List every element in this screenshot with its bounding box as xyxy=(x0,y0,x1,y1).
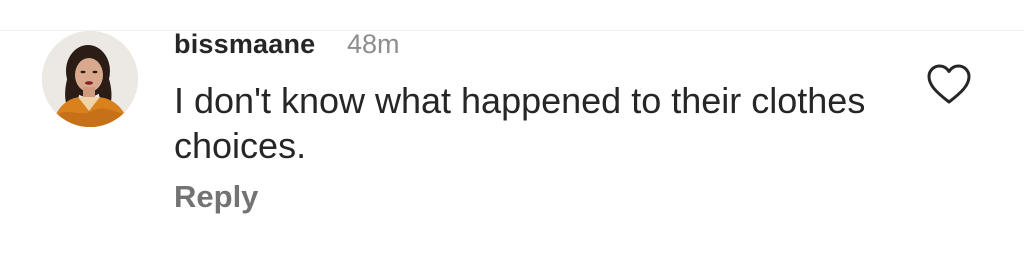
heart-outline-icon xyxy=(927,64,971,104)
comment-timestamp: 48m xyxy=(347,29,400,59)
comment-text: I don't know what happened to their clot… xyxy=(174,80,866,166)
comment-username[interactable]: bissmaane xyxy=(174,27,315,61)
comment-screen: bissmaane 48m I don't know what happened… xyxy=(0,0,1024,273)
avatar[interactable] xyxy=(42,31,138,127)
divider xyxy=(0,30,1024,31)
reply-button[interactable]: Reply xyxy=(174,178,258,216)
like-button[interactable] xyxy=(926,63,972,105)
